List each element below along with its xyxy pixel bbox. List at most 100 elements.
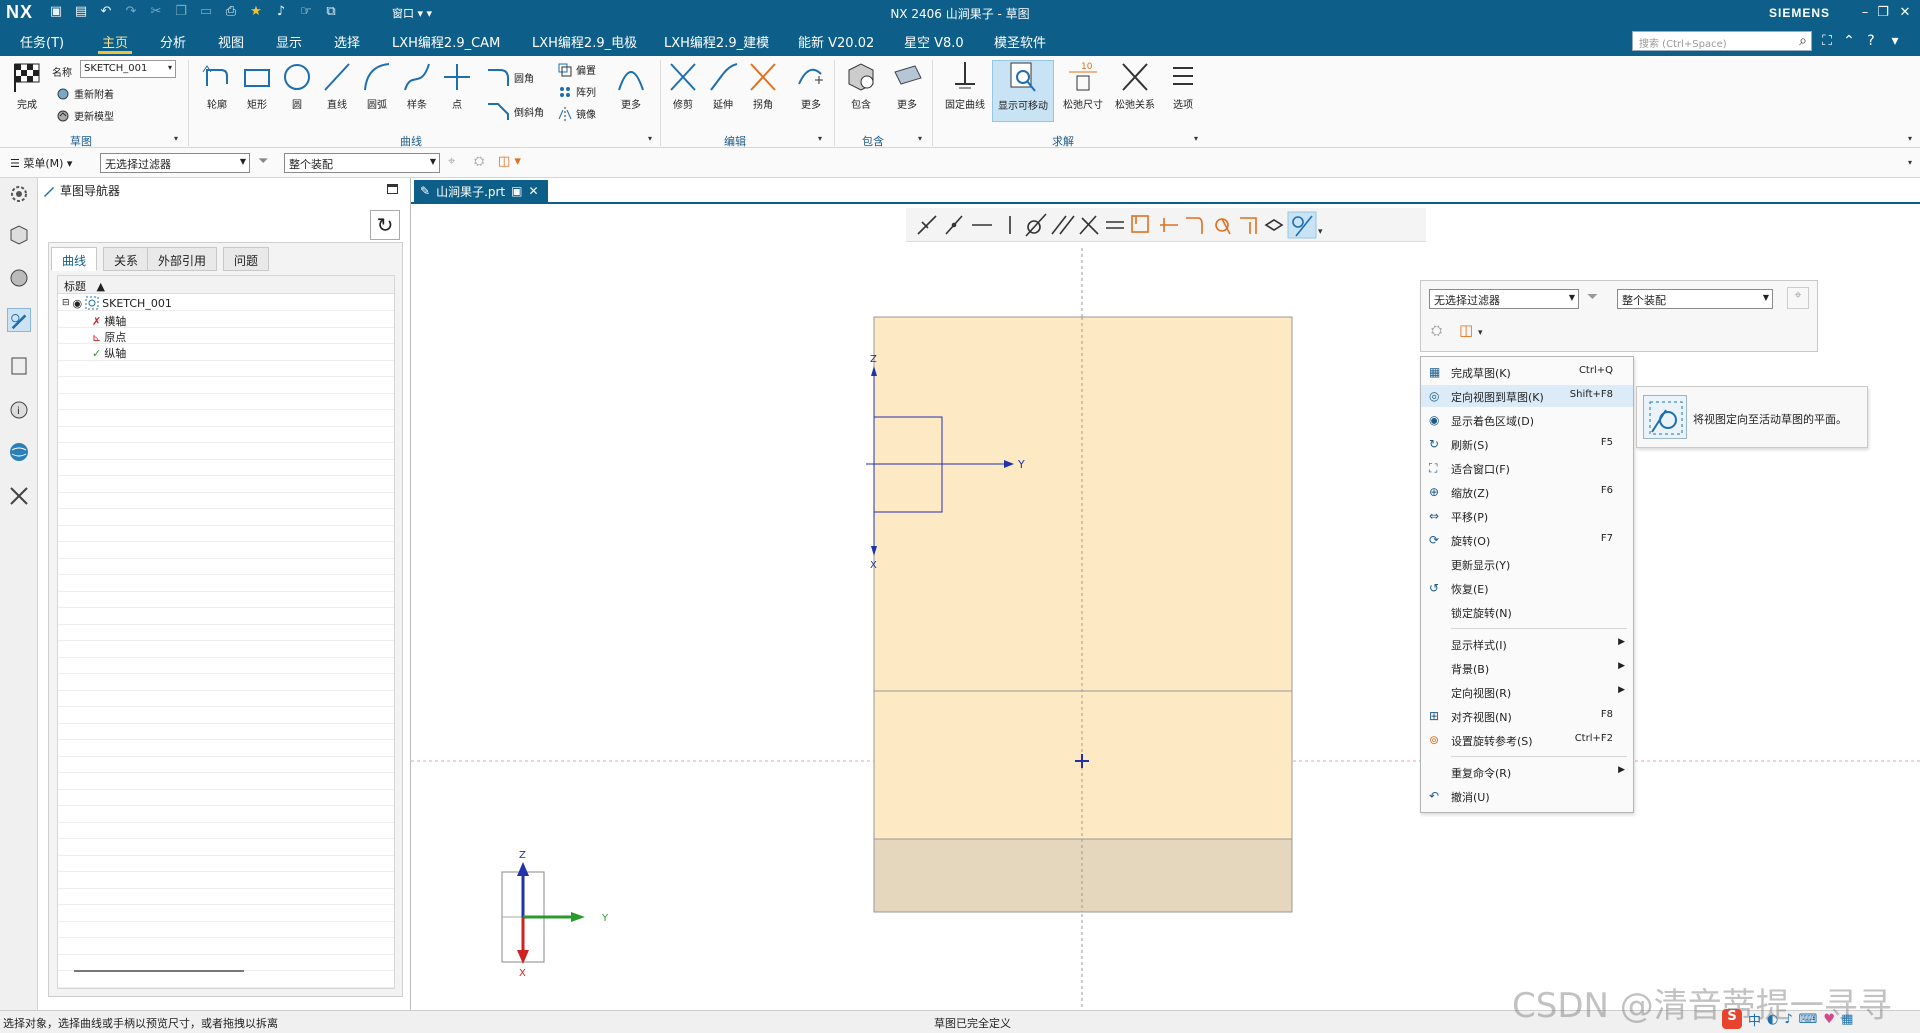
fillet-button[interactable]: 圆角 xyxy=(486,66,534,88)
selbar-options-icon[interactable]: ▾ xyxy=(1908,158,1912,167)
fix-curve-button[interactable]: 固定曲线 xyxy=(940,60,990,111)
collapse-ribbon-icon[interactable]: ⌃ xyxy=(1840,32,1858,50)
restore-button[interactable]: ❐ xyxy=(1872,3,1894,23)
context-menu-item[interactable]: ▦ 完成草图(K) Ctrl+Q xyxy=(1421,361,1633,383)
context-menu-item[interactable]: 背景(B) ▶ xyxy=(1421,657,1633,679)
context-menu-item[interactable]: ⇔ 平移(P) xyxy=(1421,505,1633,527)
context-menu-item[interactable]: ◎ 定向视图到草图(K) Shift+F8 xyxy=(1421,385,1633,407)
ime-logo-icon[interactable]: S xyxy=(1722,1009,1742,1029)
horizontal-scrollbar[interactable] xyxy=(74,970,244,972)
context-menu-item[interactable]: ↺ 恢复(E) xyxy=(1421,577,1633,599)
circle-button[interactable]: 圆 xyxy=(276,60,318,111)
extend-button[interactable]: 延伸 xyxy=(702,60,744,111)
context-menu-item[interactable]: ⟳ 旋转(O) F7 xyxy=(1421,529,1633,551)
spline-button[interactable]: 样条 xyxy=(396,60,438,111)
tab-xingkong[interactable]: 星空 V8.0 xyxy=(900,32,968,54)
options-button[interactable]: 选项 xyxy=(1162,60,1204,111)
context-menu-item[interactable]: 定向视图(R) ▶ xyxy=(1421,681,1633,703)
assembly-navigator-icon[interactable] xyxy=(7,266,31,290)
visibility-eye-icon[interactable]: ◉ xyxy=(73,297,83,310)
curve-more-button[interactable]: 更多 xyxy=(610,60,652,111)
type-filter-dropdown[interactable]: 无选择过滤器 ▼ xyxy=(100,153,250,173)
tab-view[interactable]: 视图 xyxy=(214,32,248,54)
panel-feature-select-icon[interactable]: ◫ ▾ xyxy=(1459,321,1482,339)
ime-keyboard-icon[interactable]: ⌨ xyxy=(1799,1012,1818,1027)
menu-button[interactable]: ☰ 菜单(M) ▾ xyxy=(10,155,72,171)
select-feature-icon[interactable]: ⛭ xyxy=(474,154,484,169)
tab-display[interactable]: 显示 xyxy=(272,32,306,54)
line-button[interactable]: 直线 xyxy=(316,60,358,111)
nav-tab-issues[interactable]: 问题 xyxy=(223,247,270,271)
collapse-icon[interactable]: ⊟ xyxy=(62,298,70,308)
group-include-dropdown-icon[interactable]: ▾ xyxy=(918,134,922,143)
tree-item-sketch[interactable]: ⊟ ◉ SKETCH_001 xyxy=(62,296,172,310)
profile-button[interactable]: 轮廓 xyxy=(196,60,238,111)
panel-body-select-icon[interactable]: ⛭ xyxy=(1431,323,1442,339)
ime-mic-icon[interactable]: ♪ xyxy=(1784,1012,1792,1027)
command-search-input[interactable]: 搜索 (Ctrl+Space) xyxy=(1632,31,1812,51)
corner-button[interactable]: 拐角 xyxy=(742,60,784,111)
update-model-button[interactable]: 更新模型 xyxy=(56,108,114,123)
context-menu-item[interactable]: ↶ 撤消(U) xyxy=(1421,785,1633,807)
ime-grid-icon[interactable]: ▦ xyxy=(1841,1012,1853,1027)
rectangle-button[interactable]: 矩形 xyxy=(236,60,278,111)
finish-sketch-button[interactable]: 完成 xyxy=(6,60,48,111)
context-menu-item[interactable]: ↻ 刷新(S) F5 xyxy=(1421,433,1633,455)
context-menu-item[interactable]: ⊚ 设置旋转参考(S) Ctrl+F2 xyxy=(1421,729,1633,751)
tab-nengxin[interactable]: 能新 V20.02 xyxy=(794,32,878,54)
snap-icon[interactable]: ⌖ xyxy=(448,154,455,169)
tab-analysis[interactable]: 分析 xyxy=(156,32,190,54)
mirror-button[interactable]: 镜像 xyxy=(558,106,596,121)
scope-dropdown[interactable]: 整个装配 ▼ xyxy=(284,153,440,173)
tree-item-x-axis[interactable]: ✗ 横轴 xyxy=(92,313,126,329)
edit-more-button[interactable]: 更多 xyxy=(790,60,832,111)
group-solve-dropdown-icon[interactable]: ▾ xyxy=(1194,134,1198,143)
relax-dimension-button[interactable]: 10 松弛尺寸 xyxy=(1058,60,1108,111)
maximize-panel-icon[interactable] xyxy=(387,184,398,194)
nav-tab-curves[interactable]: 曲线 xyxy=(51,247,98,271)
nav-tab-external[interactable]: 外部引用 xyxy=(147,247,218,271)
web-browser-icon[interactable] xyxy=(7,440,31,464)
tab-home[interactable]: 主页 xyxy=(98,32,133,54)
panel-snap-icon[interactable]: ⌖ xyxy=(1787,287,1809,309)
close-tab-icon[interactable]: ✕ xyxy=(528,184,538,198)
context-menu-item[interactable]: 重复命令(R) ▶ xyxy=(1421,761,1633,783)
context-menu-item[interactable]: ⊞ 对齐视图(N) F8 xyxy=(1421,705,1633,727)
document-tab[interactable]: ✎ 山涧果子.prt ▣ ✕ xyxy=(414,180,548,202)
search-icon[interactable]: ⌕ xyxy=(1794,32,1812,50)
reuse-library-icon[interactable] xyxy=(7,354,31,378)
group-curve-dropdown-icon[interactable]: ▾ xyxy=(648,134,652,143)
offset-button[interactable]: 偏置 xyxy=(558,62,596,77)
select-body-icon[interactable]: ◫ ▾ xyxy=(498,154,521,169)
context-menu-item[interactable]: 显示样式(I) ▶ xyxy=(1421,633,1633,655)
point-button[interactable]: 点 xyxy=(436,60,478,111)
arc-button[interactable]: 圆弧 xyxy=(356,60,398,111)
reattach-button[interactable]: 重新附着 xyxy=(56,86,114,101)
tab-lxh-modeling[interactable]: LXH编程2.9_建模 xyxy=(660,32,773,54)
settings-gear-icon[interactable] xyxy=(7,182,31,206)
context-menu-item[interactable]: 锁定旋转(N) xyxy=(1421,601,1633,623)
panel-type-filter-dropdown[interactable]: 无选择过滤器 ▼ xyxy=(1429,289,1579,309)
tab-lxh-cam[interactable]: LXH编程2.9_CAM xyxy=(388,32,504,54)
trim-button[interactable]: 修剪 xyxy=(662,60,704,111)
panel-filter-icon[interactable]: ⏷ xyxy=(1587,289,1598,305)
ime-punct-icon[interactable]: ◐ xyxy=(1767,1012,1778,1027)
close-button[interactable]: ✕ xyxy=(1894,3,1916,23)
info-icon[interactable]: i xyxy=(7,398,31,422)
context-menu-item[interactable]: 更新显示(Y) xyxy=(1421,553,1633,575)
ime-mode-label[interactable]: 中 xyxy=(1748,1010,1761,1029)
filter-icon[interactable]: ⏷ xyxy=(258,154,268,169)
roles-icon[interactable] xyxy=(7,484,31,508)
ribbon-options-dropdown-icon[interactable]: ▾ xyxy=(1908,134,1912,143)
context-menu-item[interactable]: ⊕ 缩放(Z) F6 xyxy=(1421,481,1633,503)
tree-item-origin[interactable]: ⊾ 原点 xyxy=(92,329,126,345)
help-dropdown-icon[interactable]: ▾ xyxy=(1886,32,1904,50)
sketch-name-field[interactable]: SKETCH_001 ▾ xyxy=(80,60,176,78)
group-sketch-dropdown-icon[interactable]: ▾ xyxy=(174,134,178,143)
ime-skin-icon[interactable]: ♥ xyxy=(1823,1012,1835,1027)
tab-mosheng[interactable]: 模圣软件 xyxy=(990,32,1050,54)
show-movable-button[interactable]: 显示可移动 xyxy=(992,60,1054,122)
part-navigator-icon[interactable] xyxy=(7,222,31,246)
sketch-navigator-icon[interactable] xyxy=(7,308,31,332)
group-edit-dropdown-icon[interactable]: ▾ xyxy=(818,134,822,143)
